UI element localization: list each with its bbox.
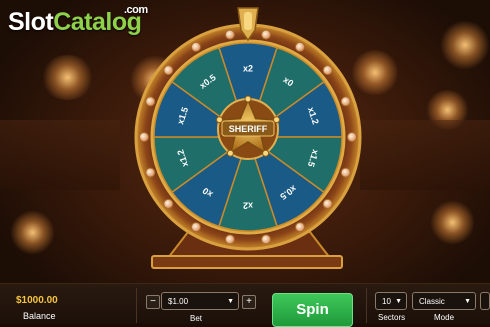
fortune-wheel: x2x0x1.2x1.5x0.5x2x0x1.2x1.5x0.5 SHERIFF	[134, 7, 362, 269]
rim-bulb	[322, 65, 333, 76]
extra-select[interactable]	[480, 292, 490, 310]
wheel-base	[151, 255, 343, 269]
chevron-down-icon: ▼	[464, 298, 471, 305]
rim-bulb	[191, 222, 201, 233]
star-tip-stud	[273, 116, 281, 124]
sectors-select[interactable]: 10 ▼	[375, 292, 407, 310]
chevron-down-icon: ▼	[395, 298, 402, 305]
sector-label: x2	[243, 201, 253, 211]
bet-label: Bet	[190, 314, 203, 323]
mode-value: Classic	[419, 297, 445, 306]
chevron-down-icon: ▼	[227, 298, 234, 305]
star-tip-stud	[244, 95, 252, 103]
rim-bulb	[295, 41, 305, 52]
rim-bulb	[224, 29, 235, 40]
rim-bulb	[191, 41, 201, 52]
sectors-value: 10	[382, 297, 391, 306]
balance-label: Balance	[23, 311, 56, 321]
site-logo: SlotCatalog .com	[8, 4, 148, 37]
pointer-highlight	[244, 12, 252, 30]
mode-label: Mode	[434, 313, 455, 322]
rim-bulb	[224, 234, 235, 245]
panel-divider	[366, 288, 367, 323]
rim-bulb	[340, 167, 351, 178]
rim-bulb	[347, 132, 357, 142]
bet-value: $1.00	[168, 297, 189, 306]
rim-bulb	[145, 96, 156, 107]
sectors-label: Sectors	[378, 313, 406, 322]
sector-label: x2	[243, 63, 253, 73]
star-tip-stud	[226, 149, 234, 157]
balance-amount: $1000.00	[16, 295, 58, 306]
hub-label: SHERIFF	[229, 124, 268, 134]
panel-divider	[136, 288, 137, 323]
logo-com-text: .com	[124, 4, 148, 16]
rim-bulb	[261, 29, 272, 40]
bet-decrease-button[interactable]: −	[146, 295, 160, 309]
star-tip-stud	[215, 116, 223, 124]
logo-slot-text: Slot	[8, 8, 54, 36]
rim-bulb	[139, 132, 149, 142]
rim-bulb	[261, 234, 272, 245]
spin-button[interactable]: Spin	[272, 293, 353, 327]
rim-bulb	[322, 198, 333, 209]
rim-bulb	[163, 65, 174, 76]
rim-bulb	[340, 96, 351, 107]
star-tip-stud	[262, 149, 270, 157]
rim-bulb	[163, 198, 174, 209]
bet-increase-button[interactable]: +	[242, 295, 256, 309]
rim-bulb	[145, 167, 156, 178]
rim-bulb	[295, 222, 305, 233]
mode-select[interactable]: Classic ▼	[412, 292, 476, 310]
bet-select[interactable]: $1.00 ▼	[161, 292, 239, 310]
